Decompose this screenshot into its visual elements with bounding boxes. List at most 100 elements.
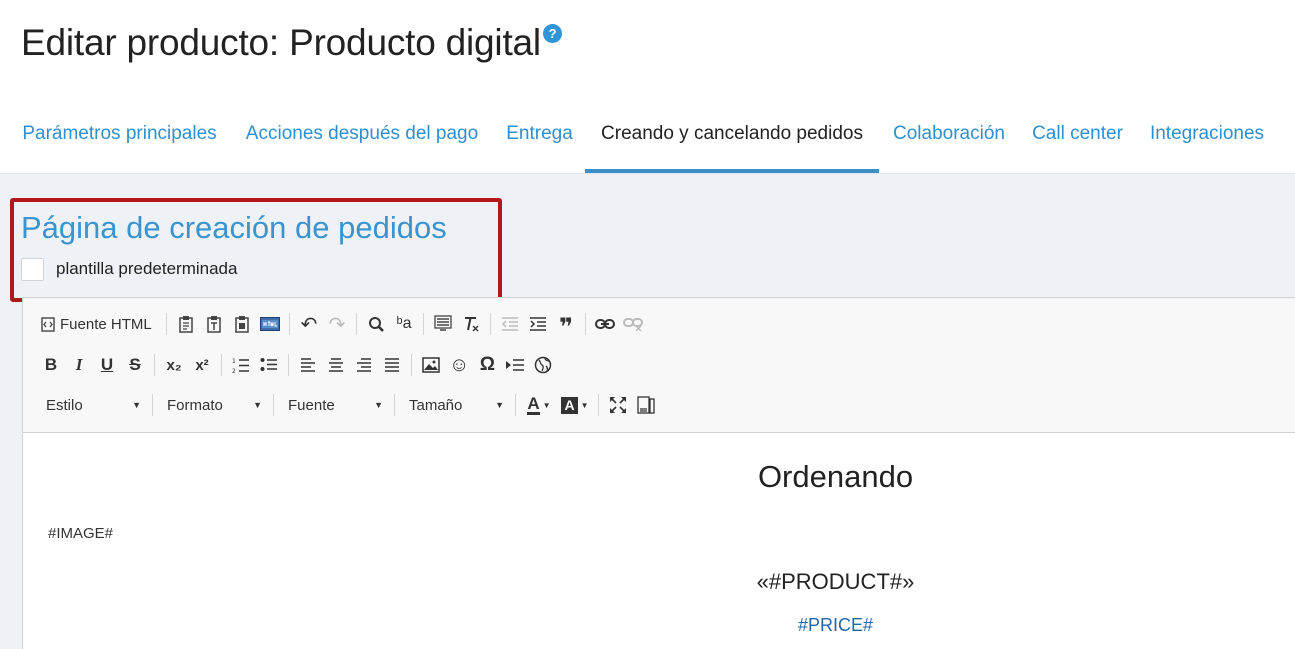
link-button[interactable] (591, 311, 619, 337)
page-title: Editar producto: Producto digital? (21, 22, 562, 64)
tab-post-payment-actions[interactable]: Acciones después del pago (242, 100, 482, 173)
toolbar-row-1: Fuente HTML ↶ ↷ ᵇa ❞ (37, 309, 647, 341)
align-left-button[interactable] (294, 352, 322, 378)
page-title-text: Editar producto: Producto digital (21, 22, 541, 63)
chevron-down-icon: ▼ (253, 400, 262, 410)
smiley-icon: ☺ (449, 353, 470, 376)
align-left-icon (301, 358, 315, 372)
tab-main-parameters[interactable]: Parámetros principales (21, 100, 218, 173)
find-button[interactable] (362, 311, 390, 337)
smiley-button[interactable]: ☺ (445, 352, 473, 378)
highlight-box (10, 198, 502, 302)
maximize-button[interactable] (604, 392, 632, 418)
toolbar-separator (598, 394, 599, 416)
special-char-button[interactable]: Ω (473, 352, 501, 378)
svg-text:1: 1 (232, 358, 236, 365)
tab-integrations[interactable]: Integraciones (1148, 100, 1266, 173)
toolbar-separator (289, 313, 290, 335)
image-icon (422, 357, 440, 373)
toolbar-separator (152, 394, 153, 416)
tab-delivery[interactable]: Entrega (506, 100, 573, 173)
tab-orders[interactable]: Creando y cancelando pedidos (585, 100, 879, 173)
superscript-button[interactable]: x² (188, 352, 216, 378)
remove-format-icon (465, 317, 479, 332)
paste-word-button[interactable] (228, 311, 256, 337)
blockquote-button[interactable]: ❞ (552, 311, 580, 341)
bold-icon: B (44, 355, 58, 374)
help-icon[interactable]: ? (542, 24, 562, 43)
remove-format-button[interactable] (457, 311, 485, 337)
maximize-icon (610, 397, 626, 413)
iframe-button[interactable] (529, 352, 557, 378)
globe-icon (535, 356, 552, 374)
toolbar-separator (154, 354, 155, 376)
size-dropdown-label: Tamaño (409, 396, 463, 414)
editor-content[interactable]: Ordenando #IMAGE# «#PRODUCT#» #PRICE# (23, 434, 1295, 649)
align-center-button[interactable] (322, 352, 350, 378)
paste-text-button[interactable] (200, 311, 228, 337)
strikethrough-button[interactable]: S (121, 352, 149, 378)
link-icon (595, 319, 615, 329)
align-right-button[interactable] (350, 352, 378, 378)
numbered-list-button[interactable]: 12 (227, 352, 255, 378)
toolbar-separator (166, 313, 167, 335)
toolbar-separator (273, 394, 274, 416)
indent-icon (530, 317, 546, 331)
search-icon (368, 316, 384, 332)
align-center-icon (329, 358, 343, 372)
background-color-button[interactable]: A ▼ (557, 392, 593, 418)
italic-button[interactable]: I (65, 352, 93, 378)
subscript-button[interactable]: x₂ (160, 352, 188, 378)
indent-button[interactable] (524, 311, 552, 337)
chevron-down-icon: ▼ (495, 400, 504, 410)
show-blocks-button[interactable] (632, 392, 660, 418)
doc-heading: Ordenando (757, 459, 914, 494)
underline-button[interactable]: U (93, 352, 121, 378)
paste-text-icon (207, 316, 221, 333)
align-justify-button[interactable] (378, 352, 406, 378)
replace-button[interactable]: ᵇa (390, 311, 418, 337)
page-break-button[interactable] (501, 352, 529, 378)
html-button[interactable] (256, 311, 284, 337)
paste-word-icon (235, 316, 249, 333)
subscript-icon: x₂ (166, 356, 182, 374)
source-icon (41, 316, 55, 332)
format-dropdown[interactable]: Formato ▼ (158, 392, 268, 418)
chevron-down-icon: ▼ (542, 400, 551, 410)
editor-toolbar: Fuente HTML ↶ ↷ ᵇa ❞ B I U S x₂ x² 1 2 ☺… (23, 298, 1295, 433)
outdent-button[interactable] (496, 311, 524, 337)
numbered-list-icon: 12 (232, 358, 249, 374)
chevron-down-icon: ▼ (580, 400, 589, 410)
bulleted-list-button[interactable] (255, 352, 283, 378)
unlink-icon (623, 318, 643, 331)
unlink-button[interactable] (619, 311, 647, 337)
undo-icon: ↶ (300, 313, 318, 336)
font-dropdown[interactable]: Fuente ▼ (279, 392, 389, 418)
italic-icon: I (75, 355, 83, 374)
quote-icon: ❞ (558, 314, 574, 341)
toolbar-separator (356, 313, 357, 335)
source-html-button[interactable]: Fuente HTML (37, 311, 161, 337)
tab-bar: Parámetros principales Acciones después … (0, 100, 1295, 174)
text-color-icon: A (527, 393, 540, 415)
style-dropdown[interactable]: Estilo ▼ (37, 392, 147, 418)
tab-call-center[interactable]: Call center (1031, 100, 1124, 173)
image-button[interactable] (417, 352, 445, 378)
undo-button[interactable]: ↶ (295, 311, 323, 337)
font-dropdown-label: Fuente (288, 396, 335, 414)
redo-icon: ↷ (328, 313, 346, 336)
page-break-icon (506, 359, 525, 371)
toolbar-separator (411, 354, 412, 376)
bold-button[interactable]: B (37, 352, 65, 378)
paste-button[interactable] (172, 311, 200, 337)
underline-icon: U (100, 355, 114, 374)
align-right-icon (357, 358, 371, 372)
tab-collaboration[interactable]: Colaboración (891, 100, 1007, 173)
price-placeholder: #PRICE# (797, 615, 874, 635)
select-all-button[interactable] (429, 311, 457, 337)
select-all-icon (434, 315, 452, 331)
text-color-button[interactable]: A ▼ (521, 392, 557, 418)
toolbar-separator (585, 313, 586, 335)
size-dropdown[interactable]: Tamaño ▼ (400, 392, 510, 418)
redo-button[interactable]: ↷ (323, 311, 351, 337)
